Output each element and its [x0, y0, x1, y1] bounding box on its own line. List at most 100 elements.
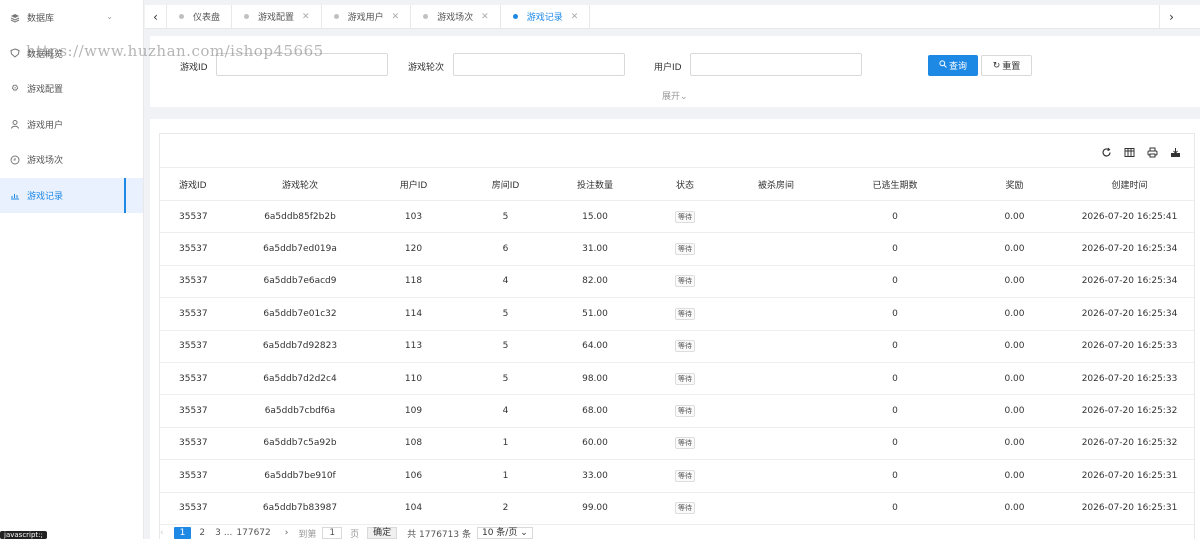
tab-game-sessions[interactable]: 游戏场次 ✕	[411, 5, 501, 28]
cell-status: 等待	[644, 200, 726, 234]
sidebar-item-game-records[interactable]: 游戏记录	[0, 177, 143, 213]
page-current[interactable]: 1	[173, 527, 192, 539]
cell-user-id: 114	[362, 297, 465, 331]
cell-round: 6a5ddb7d92823	[238, 330, 362, 363]
page-ellipsis[interactable]: ...	[224, 528, 233, 538]
prev-page-icon[interactable]: ‹	[160, 528, 164, 538]
tab-dot	[333, 14, 339, 19]
next-page-icon[interactable]: ›	[285, 528, 289, 538]
user-id-input[interactable]	[690, 53, 862, 76]
table-row: 35537 6a5ddb7cbdf6a 109 4 68.00 等待 0 0.00 2026-0…	[160, 394, 1194, 428]
close-icon[interactable]: ✕	[481, 12, 489, 22]
page-size-select[interactable]: 10 条/页 ⌄	[476, 527, 533, 539]
column-header[interactable]: 投注数量	[546, 167, 644, 201]
cell-bet-amount: 98.00	[546, 362, 644, 396]
goto-confirm-button[interactable]: 确定	[367, 527, 398, 539]
page-link-last[interactable]: 177672	[236, 528, 270, 538]
cell-game-id: 35537	[160, 200, 238, 234]
tab-game-config[interactable]: 游戏配置 ✕	[232, 5, 322, 28]
column-header[interactable]: 创建时间	[1065, 167, 1194, 201]
columns-icon[interactable]	[1123, 146, 1136, 159]
cell-escaped-rounds: 0	[826, 394, 964, 428]
cell-status: 等待	[644, 394, 726, 428]
sidebar-item-game-sessions[interactable]: 游戏场次	[0, 142, 143, 178]
cell-bet-amount: 99.00	[546, 492, 644, 525]
cell-killed-room	[726, 362, 826, 396]
cell-room-id: 2	[465, 492, 546, 525]
cell-room-id: 4	[465, 265, 546, 299]
table-body: 35537 6a5ddb85f2b2b 103 5 15.00 等待 0 0.00 2026-0…	[160, 200, 1194, 525]
page-link[interactable]: 3	[215, 528, 221, 538]
round-input[interactable]	[453, 53, 625, 76]
tab-scroll-right-button[interactable]: ›	[1159, 5, 1183, 29]
column-header[interactable]: 游戏ID	[160, 167, 238, 201]
cell-escaped-rounds: 0	[826, 459, 964, 493]
export-icon[interactable]	[1169, 146, 1182, 159]
status-badge: 等待	[675, 340, 695, 353]
cell-reward: 0.00	[964, 265, 1065, 299]
cell-created-time: 2026-07-20 16:25:31	[1065, 492, 1194, 525]
query-button[interactable]: 查询	[928, 55, 978, 76]
sidebar-item-game-config[interactable]: ⚙ 游戏配置	[0, 71, 143, 107]
sidebar-item-label: 游戏用户	[27, 120, 64, 131]
expand-toggle[interactable]: 展开⌄	[662, 89, 688, 102]
column-header[interactable]: 状态	[644, 167, 726, 201]
refresh-icon[interactable]	[1100, 146, 1113, 159]
cell-created-time: 2026-07-20 16:25:34	[1065, 297, 1194, 331]
tab-game-users[interactable]: 游戏用户 ✕	[322, 5, 412, 28]
chart-icon	[10, 190, 20, 200]
page-unit-label: 页	[350, 529, 360, 539]
sidebar-item-label: 游戏记录	[27, 191, 64, 202]
status-badge: 等待	[675, 210, 695, 223]
print-icon[interactable]	[1146, 146, 1159, 159]
page-link[interactable]: 2	[199, 528, 205, 538]
tab-game-records[interactable]: 游戏记录 ✕	[501, 5, 591, 28]
cell-killed-room	[726, 200, 826, 234]
tab-dot	[244, 14, 250, 19]
column-header[interactable]: 已逃生期数	[826, 167, 964, 201]
column-header[interactable]: 被杀房间	[726, 167, 826, 201]
cell-game-id: 35537	[160, 427, 238, 461]
close-icon[interactable]: ✕	[302, 12, 310, 22]
cell-bet-amount: 31.00	[546, 232, 644, 266]
table-row: 35537 6a5ddb7e01c32 114 5 51.00 等待 0 0.00 2026-0…	[160, 297, 1194, 331]
cell-reward: 0.00	[964, 459, 1065, 493]
chevron-down-icon: ⌄	[520, 528, 528, 538]
cell-round: 6a5ddb7ed019a	[238, 232, 362, 266]
cell-reward: 0.00	[964, 297, 1065, 331]
goto-page-input[interactable]: 1	[322, 527, 343, 539]
cell-killed-room	[726, 394, 826, 428]
sidebar-item-database[interactable]: 数据库 ⌄	[0, 0, 143, 36]
reset-button[interactable]: ↻ 重置	[981, 55, 1032, 76]
column-header[interactable]: 用户ID	[362, 167, 465, 201]
cell-round: 6a5ddb85f2b2b	[238, 200, 362, 234]
cell-created-time: 2026-07-20 16:25:31	[1065, 459, 1194, 493]
cell-created-time: 2026-07-20 16:25:33	[1065, 362, 1194, 396]
cell-user-id: 120	[362, 232, 465, 266]
tab-bar: ‹ 仪表盘 游戏配置 ✕ 游戏用户 ✕ 游戏场次 ✕ 游戏记录 ✕ ›	[145, 5, 1200, 29]
column-header[interactable]: 游戏轮次	[238, 167, 362, 201]
close-icon[interactable]: ✕	[392, 12, 400, 22]
cell-bet-amount: 60.00	[546, 427, 644, 461]
tab-scroll-left-button[interactable]: ‹	[145, 5, 167, 28]
cell-round: 6a5ddb7b83987	[238, 492, 362, 525]
close-icon[interactable]: ✕	[571, 12, 579, 22]
cell-reward: 0.00	[964, 200, 1065, 234]
table-row: 35537 6a5ddb7b83987 104 2 99.00 等待 0 0.00 2026-0…	[160, 492, 1194, 525]
cell-killed-room	[726, 492, 826, 525]
cell-reward: 0.00	[964, 362, 1065, 396]
watermark: https://www.huzhan.com/ishop45665	[26, 42, 324, 60]
tab-dashboard[interactable]: 仪表盘	[167, 5, 233, 28]
cell-created-time: 2026-07-20 16:25:32	[1065, 427, 1194, 461]
table-row: 35537 6a5ddb7d92823 113 5 64.00 等待 0 0.00 2026-0…	[160, 330, 1194, 363]
column-header[interactable]: 房间ID	[465, 167, 546, 201]
cell-created-time: 2026-07-20 16:25:34	[1065, 232, 1194, 266]
pagination: ‹ 1 2 3 ... 177672 › 到第 1 页 确定 共 1776713…	[160, 527, 533, 539]
cell-round: 6a5ddb7cbdf6a	[238, 394, 362, 428]
cell-created-time: 2026-07-20 16:25:32	[1065, 394, 1194, 428]
cell-round: 6a5ddb7d2d2c4	[238, 362, 362, 396]
cell-killed-room	[726, 459, 826, 493]
column-header[interactable]: 奖励	[964, 167, 1065, 201]
sidebar-item-game-users[interactable]: 游戏用户	[0, 107, 143, 143]
cell-game-id: 35537	[160, 492, 238, 525]
